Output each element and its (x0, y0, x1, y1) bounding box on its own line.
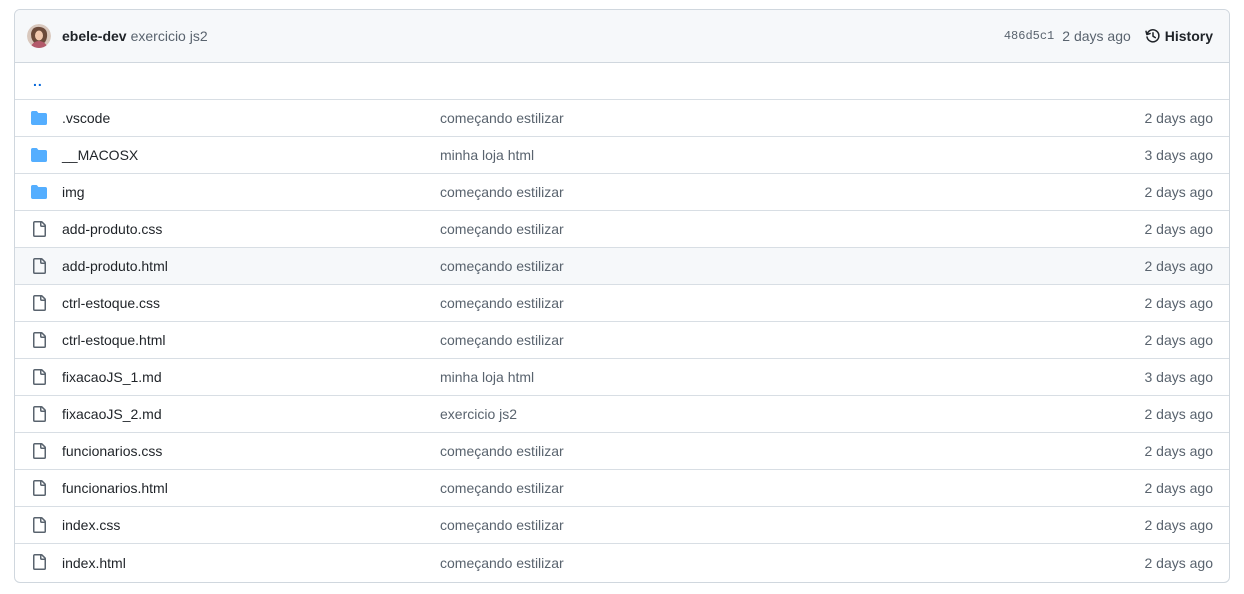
commit-message-link[interactable]: começando estilizar (440, 443, 564, 459)
file-name[interactable]: funcionarios.html (62, 480, 168, 496)
file-browser: ebele-dev exercicio js2 486d5c1 2 days a… (14, 9, 1230, 583)
commit-date: 2 days ago (1144, 258, 1214, 274)
history-label: History (1164, 28, 1213, 44)
file-row[interactable]: funcionarios.css começando estilizar 2 day… (15, 433, 1229, 470)
commit-date: 2 days ago (1144, 110, 1214, 126)
commit-date: 2 days ago (1144, 221, 1214, 237)
file-icon (33, 369, 46, 385)
file-row[interactable]: __MACOSX minha loja html 3 days ago (15, 137, 1229, 174)
folder-icon (31, 111, 47, 125)
commit-date: 2 days ago (1144, 554, 1214, 571)
avatar[interactable] (27, 24, 51, 48)
commit-date: 2 days ago (1144, 332, 1214, 348)
file-name[interactable]: ctrl-estoque.css (62, 295, 160, 311)
file-icon (33, 332, 46, 348)
file-name[interactable]: index.html (62, 555, 126, 571)
file-name[interactable]: __MACOSX (62, 147, 138, 163)
commit-date: 2 days ago (1144, 406, 1214, 422)
folder-icon (31, 148, 47, 162)
commit-message-link[interactable]: começando estilizar (440, 184, 564, 200)
commit-message-link[interactable]: minha loja html (440, 147, 534, 163)
file-row[interactable]: index.html começando estilizar 2 days ago (15, 544, 1229, 581)
latest-commit-bar: ebele-dev exercicio js2 486d5c1 2 days a… (15, 10, 1229, 63)
folder-icon (31, 185, 47, 199)
file-name[interactable]: index.css (62, 517, 120, 533)
commit-date: 3 days ago (1144, 147, 1214, 163)
commit-message-link[interactable]: começando estilizar (440, 110, 564, 126)
file-name[interactable]: add-produto.css (62, 221, 162, 237)
commit-message-link[interactable]: começando estilizar (440, 480, 564, 496)
file-row[interactable]: img começando estilizar 2 days ago (15, 174, 1229, 211)
file-icon (33, 295, 46, 311)
file-name[interactable]: fixacaoJS_2.md (62, 406, 162, 422)
commit-age: 2 days ago (1062, 28, 1131, 44)
file-icon (33, 221, 46, 237)
commit-date: 3 days ago (1144, 369, 1214, 385)
file-icon (33, 443, 46, 459)
commit-author[interactable]: ebele-dev (62, 28, 127, 44)
file-icon (33, 554, 46, 570)
commit-date: 2 days ago (1144, 295, 1214, 311)
file-icon (33, 480, 46, 496)
file-row[interactable]: ctrl-estoque.css começando estilizar 2 day… (15, 285, 1229, 322)
file-list: .. .vscode começando estilizar 2 days ago _… (15, 63, 1229, 581)
file-name[interactable]: .vscode (62, 110, 110, 126)
file-row[interactable]: .vscode começando estilizar 2 days ago (15, 100, 1229, 137)
file-name[interactable]: funcionarios.css (62, 443, 162, 459)
history-button[interactable]: History (1145, 28, 1213, 44)
file-row[interactable]: funcionarios.html começando estilizar 2 da… (15, 470, 1229, 507)
file-row[interactable]: fixacaoJS_1.md minha loja html 3 days ago (15, 359, 1229, 396)
file-name[interactable]: img (62, 184, 85, 200)
file-row[interactable]: add-produto.html começando estilizar 2 day… (15, 248, 1229, 285)
file-row[interactable]: index.css começando estilizar 2 days ago (15, 507, 1229, 544)
commit-sha[interactable]: 486d5c1 (1004, 29, 1054, 43)
commit-date: 2 days ago (1144, 184, 1214, 200)
file-icon (33, 258, 46, 274)
commit-message-link[interactable]: começando estilizar (440, 555, 564, 571)
commit-date: 2 days ago (1144, 443, 1214, 459)
commit-message-link[interactable]: começando estilizar (440, 221, 564, 237)
commit-date: 2 days ago (1144, 480, 1214, 496)
parent-directory-link[interactable]: .. (15, 73, 43, 89)
commit-message-link[interactable]: começando estilizar (440, 332, 564, 348)
commit-message-link[interactable]: minha loja html (440, 369, 534, 385)
commit-message-link[interactable]: exercicio js2 (440, 406, 517, 422)
commit-message-link[interactable]: começando estilizar (440, 258, 564, 274)
file-row[interactable]: ctrl-estoque.html começando estilizar 2 da… (15, 322, 1229, 359)
file-name[interactable]: ctrl-estoque.html (62, 332, 165, 348)
file-row[interactable]: add-produto.css começando estilizar 2 days… (15, 211, 1229, 248)
commit-message-link[interactable]: começando estilizar (440, 517, 564, 533)
commit-message-link[interactable]: começando estilizar (440, 295, 564, 311)
history-icon (1145, 29, 1160, 43)
commit-message[interactable]: exercicio js2 (131, 28, 208, 44)
commit-date: 2 days ago (1144, 517, 1214, 533)
file-row[interactable]: fixacaoJS_2.md exercicio js2 2 days ago (15, 396, 1229, 433)
file-name[interactable]: add-produto.html (62, 258, 168, 274)
parent-directory-row[interactable]: .. (15, 63, 1229, 100)
file-icon (33, 517, 46, 533)
file-name[interactable]: fixacaoJS_1.md (62, 369, 162, 385)
file-icon (33, 406, 46, 422)
